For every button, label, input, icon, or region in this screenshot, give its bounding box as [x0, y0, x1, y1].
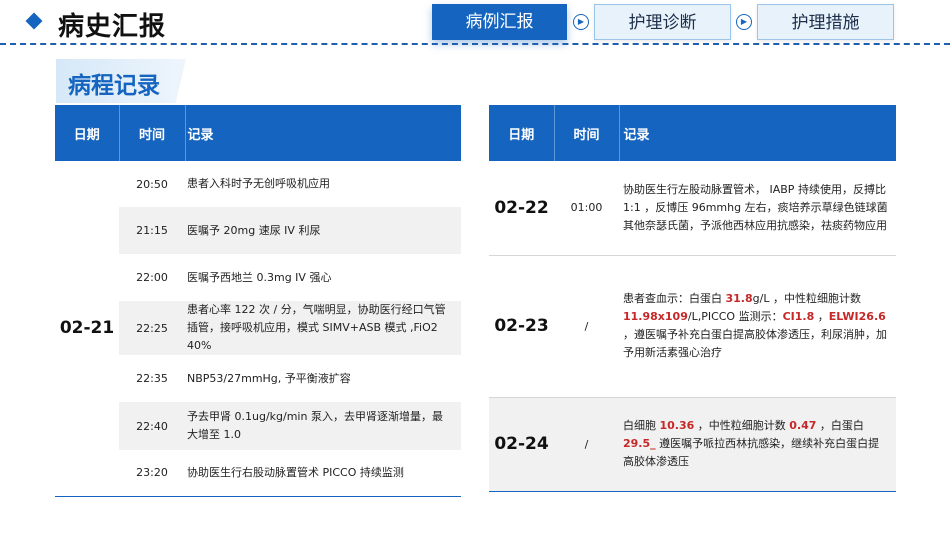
record-text: 患者查血示：白蛋白: [623, 292, 726, 305]
record-cell: 医嘱予西地兰 0.3mg IV 强心: [187, 270, 332, 284]
table-header-row: 日期 时间 记录: [55, 105, 461, 161]
date-cell: 02-21: [59, 318, 115, 339]
highlight-value: 10.36: [659, 419, 695, 432]
highlight-value: 31.8: [725, 292, 753, 305]
section-title: 病程记录: [68, 73, 160, 99]
date-cell: 02-24: [489, 396, 554, 491]
table-row: 02-22 01:00 协助医生行左股动脉置管术， IABP 持续使用，反搏比1…: [489, 161, 896, 255]
record-cell: 白细胞 10.36 ，中性粒细胞计数 0.47 ，白蛋白 29.5_ 遵医嘱予哌…: [619, 396, 896, 491]
time-cell: 23:20: [136, 466, 168, 480]
diamond-icon: [25, 12, 43, 30]
column-header-record: 记录: [618, 105, 896, 161]
column-header-record: 记录: [184, 105, 461, 161]
column-header-date: 日期: [55, 105, 119, 161]
table-header-row: 日期 时间 记录: [489, 105, 896, 161]
page-title: 病史汇报: [58, 12, 167, 42]
highlight-value: 29.5_: [623, 437, 656, 450]
time-cell: 22:25: [119, 301, 185, 355]
tab-nursing-diagnosis[interactable]: 护理诊断: [594, 4, 731, 40]
record-text: 白细胞: [623, 419, 660, 432]
record-text: ，: [814, 310, 829, 323]
record-text: ，中性粒细胞计数: [694, 419, 790, 432]
highlight-value: 11.98x109: [623, 310, 688, 323]
time-cell: 22:40: [119, 402, 185, 450]
record-text: g/L ，中性粒细胞计数: [752, 292, 861, 305]
time-cell: /: [554, 254, 619, 397]
time-cell: 01:00: [570, 201, 603, 215]
table-row: 02-23 / 患者查血示：白蛋白 31.8g/L ，中性粒细胞计数 11.98…: [489, 254, 896, 397]
tab-case-report[interactable]: 病例汇报: [432, 4, 567, 40]
time-cell: 22:35: [136, 372, 168, 385]
header: 病史汇报 病例汇报 ▶ 护理诊断 ▶ 护理措施: [0, 0, 950, 46]
date-cell: 02-22: [494, 197, 549, 218]
column-header-time: 时间: [553, 105, 619, 161]
record-cell: NBP53/27mmHg, 予平衡液扩容: [187, 371, 351, 385]
record-text: /L,PICCO 监测示：: [687, 310, 783, 323]
time-cell: 20:50: [136, 177, 168, 191]
record-text: ，遵医嘱予补充白蛋白提高胶体渗透压，利尿消肿，加予用新活素强心治疗: [623, 328, 887, 359]
time-cell: 21:15: [119, 207, 185, 254]
tab-nursing-measures[interactable]: 护理措施: [757, 4, 894, 40]
table-row: 02-24 / 白细胞 10.36 ，中性粒细胞计数 0.47 ，白蛋白 29.…: [489, 396, 896, 491]
record-cell: 协助医生行右股动脉置管术 PICCO 持续监测: [187, 465, 404, 479]
record-cell: 协助医生行左股动脉置管术， IABP 持续使用，反搏比1:1 ，反博压 96mm…: [623, 182, 888, 232]
time-cell: 22:00: [136, 271, 168, 284]
record-cell: 患者入科时予无创呼吸机应用: [187, 177, 330, 190]
record-cell: 患者心率 122 次 / 分，气喘明显，协助医行经口气管插管，接呼吸机应用，模式…: [185, 301, 461, 355]
chevron-right-icon: ▶: [573, 14, 589, 30]
record-text: ，白蛋白: [816, 419, 864, 432]
highlight-value: 0.47: [789, 419, 817, 432]
column-header-date: 日期: [489, 105, 554, 161]
left-record-table: 日期 时间 记录 02-21 20:50 患者入科时予无创呼吸机应用 21:15…: [55, 105, 461, 497]
chevron-right-icon: ▶: [736, 14, 752, 30]
column-header-time: 时间: [118, 105, 185, 161]
record-text: 遵医嘱予哌拉西林抗感染，继续补充白蛋白提高胶体渗透压: [623, 437, 880, 468]
record-cell: 患者查血示：白蛋白 31.8g/L ，中性粒细胞计数 11.98x109/L,P…: [619, 254, 896, 397]
table-row: 02-21 20:50 患者入科时予无创呼吸机应用: [55, 161, 461, 338]
highlight-value: CI1.8: [782, 310, 815, 323]
header-divider: [0, 43, 950, 45]
record-cell: 医嘱予 20mg 速尿 IV 利尿: [185, 207, 461, 254]
highlight-value: ELWI26.6: [828, 310, 886, 323]
date-cell: 02-23: [489, 254, 554, 397]
right-record-table: 日期 时间 记录 02-22 01:00 协助医生行左股动脉置管术， IABP …: [489, 105, 896, 492]
record-cell: 予去甲肾 0.1ug/kg/min 泵入，去甲肾逐渐增量，最大增至 1.0: [185, 402, 461, 450]
time-cell: /: [554, 396, 619, 491]
